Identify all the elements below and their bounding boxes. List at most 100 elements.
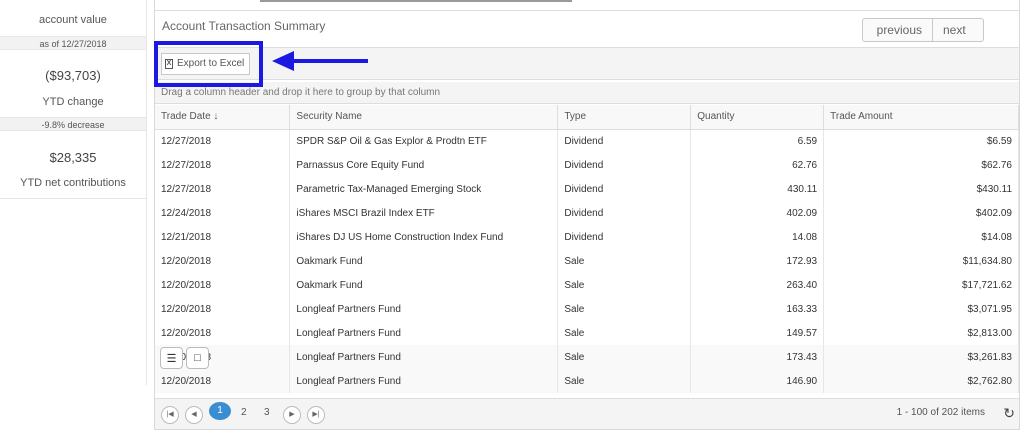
cell-trade-date: 12/27/2018 [155, 129, 291, 153]
cell-security-name: Longleaf Partners Fund [289, 345, 559, 369]
cell-quantity: 163.33 [690, 297, 825, 321]
cell-type: Sale [557, 273, 692, 297]
cell-quantity: 62.76 [690, 153, 825, 177]
account-value-label: account value [39, 14, 107, 26]
cell-security-name: Oakmark Fund [289, 273, 559, 297]
cell-trade-amount: $14.08 [823, 225, 1019, 249]
cell-quantity: 172.93 [690, 249, 825, 273]
cell-quantity: 263.40 [690, 273, 825, 297]
cell-type: Sale [557, 369, 692, 393]
cell-trade-amount: $3,071.95 [823, 297, 1019, 321]
floating-toolbar: ☰ □ [160, 347, 209, 369]
cell-trade-date: 12/27/2018 [155, 177, 291, 201]
cell-trade-date: 12/27/2018 [155, 153, 291, 177]
cell-trade-amount: $17,721.62 [823, 273, 1019, 297]
column-header-security-name[interactable]: Security Name [289, 105, 559, 130]
cell-trade-date: 12/21/2018 [155, 225, 291, 249]
cell-trade-date: 12/20/2018 [155, 321, 291, 345]
cell-trade-amount: $2,813.00 [823, 321, 1019, 345]
cell-quantity: 14.08 [690, 225, 825, 249]
cell-security-name: Longleaf Partners Fund [289, 369, 559, 393]
cell-type: Dividend [557, 153, 692, 177]
panel-nav-buttons: previous next [862, 18, 984, 42]
table-row[interactable]: 12/20/2018 Oakmark Fund Sale 172.93 $11,634.… [155, 249, 1019, 273]
cell-trade-amount: $430.11 [823, 177, 1019, 201]
stats-divider [0, 198, 146, 199]
cell-security-name: Parametric Tax-Managed Emerging Stock [289, 177, 559, 201]
cell-trade-amount: $2,762.80 [823, 369, 1019, 393]
column-header-trade-date[interactable]: Trade Date ↓ [155, 105, 291, 130]
cell-security-name: Longleaf Partners Fund [289, 297, 559, 321]
last-page-icon[interactable]: ▶| [307, 406, 325, 424]
cell-security-name: SPDR S&P Oil & Gas Explor & Prodtn ETF [289, 129, 559, 153]
cell-type: Sale [557, 345, 692, 369]
cell-type: Dividend [557, 225, 692, 249]
grid-pager: |◀ ◀ 1 2 3 ▶ ▶| 1 - 100 of 202 items ↻ [155, 398, 1019, 429]
account-stats-column: account value as of 12/27/2018 ($93,703)… [0, 0, 148, 433]
cell-security-name: Parnassus Core Equity Fund [289, 153, 559, 177]
group-by-drop-area[interactable]: Drag a column header and drop it here to… [155, 82, 1019, 104]
cell-trade-date: 12/20/2018 [155, 273, 291, 297]
ytd-change-value: ($93,703) [45, 68, 101, 83]
cell-type: Dividend [557, 129, 692, 153]
account-value-date: as of 12/27/2018 [0, 36, 146, 50]
annotation-highlight-box [154, 41, 263, 87]
cell-trade-date: 12/20/2018 [155, 249, 291, 273]
cell-security-name: Oakmark Fund [289, 249, 559, 273]
page-1-button[interactable]: 1 [209, 402, 231, 420]
note-icon[interactable]: □ [186, 347, 209, 369]
cell-trade-date: 12/20/2018 [155, 369, 291, 393]
cell-quantity: 149.57 [690, 321, 825, 345]
list-view-icon[interactable]: ☰ [160, 347, 183, 369]
cell-type: Dividend [557, 201, 692, 225]
cell-type: Sale [557, 321, 692, 345]
table-row[interactable]: 12/20/2018 Longleaf Partners Fund Sale 163.… [155, 297, 1019, 321]
page-2-button[interactable]: 2 [241, 407, 247, 418]
ytd-contributions-label: YTD net contributions [20, 177, 126, 189]
cell-quantity: 402.09 [690, 201, 825, 225]
ytd-change-percent: -9.8% decrease [0, 117, 146, 131]
refresh-icon[interactable]: ↻ [1003, 405, 1015, 422]
cell-quantity: 430.11 [690, 177, 825, 201]
ytd-change-label: YTD change [42, 96, 104, 108]
cell-quantity: 6.59 [690, 129, 825, 153]
table-row[interactable]: 12/20/2018Longleaf Partners FundSale173.… [155, 345, 1019, 369]
cell-type: Sale [557, 297, 692, 321]
cell-security-name: Longleaf Partners Fund [289, 321, 559, 345]
cell-trade-amount: $6.59 [823, 129, 1019, 153]
panel-title: Account Transaction Summary [162, 19, 326, 33]
table-row[interactable]: 12/20/2018 Longleaf Partners Fund Sale 146.… [155, 369, 1019, 393]
transactions-grid: Trade Date ↓ Security Name Type Quantity… [155, 105, 1019, 393]
next-page-icon[interactable]: ▶ [283, 406, 301, 424]
cell-type: Dividend [557, 177, 692, 201]
annotation-arrow-icon [272, 51, 368, 71]
cell-security-name: iShares MSCI Brazil Index ETF [289, 201, 559, 225]
items-count: 1 - 100 of 202 items [896, 407, 985, 418]
grid-header-row: Trade Date ↓ Security Name Type Quantity… [155, 105, 1019, 130]
table-row[interactable]: 12/24/2018 iShares MSCI Brazil Index ETF D… [155, 201, 1019, 225]
column-header-trade-amount[interactable]: Trade Amount [823, 105, 1019, 130]
panel-header: Account Transaction Summary previous nex… [155, 10, 1019, 48]
table-row[interactable]: 12/27/2018 Parametric Tax-Managed Emergin… [155, 177, 1019, 201]
next-button[interactable]: next [933, 18, 984, 42]
table-row[interactable]: 12/27/2018 Parnassus Core Equity Fund Divi… [155, 153, 1019, 177]
cell-quantity: 146.90 [690, 369, 825, 393]
table-row[interactable]: 12/27/2018 SPDR S&P Oil & Gas Explor & Pr… [155, 129, 1019, 153]
cell-trade-date: 12/24/2018 [155, 201, 291, 225]
column-divider [146, 0, 147, 385]
cell-trade-amount: $3,261.83 [823, 345, 1019, 369]
column-header-type[interactable]: Type [557, 105, 692, 130]
cell-quantity: 173.43 [690, 345, 825, 369]
cell-trade-amount: $402.09 [823, 201, 1019, 225]
prev-page-icon[interactable]: ◀ [185, 406, 203, 424]
table-row[interactable]: 12/20/2018 Oakmark Fund Sale 263.40 $17,721.… [155, 273, 1019, 297]
cell-security-name: iShares DJ US Home Construction Index Fu… [289, 225, 559, 249]
cell-trade-date: 12/20/2018 [155, 297, 291, 321]
cell-trade-amount: $11,634.80 [823, 249, 1019, 273]
previous-button[interactable]: previous [862, 18, 933, 42]
table-row[interactable]: 12/21/2018 iShares DJ US Home Constructio… [155, 225, 1019, 249]
column-header-quantity[interactable]: Quantity [690, 105, 825, 130]
first-page-icon[interactable]: |◀ [161, 406, 179, 424]
table-row[interactable]: 12/20/2018 Longleaf Partners Fund Sale 149.… [155, 321, 1019, 345]
page-3-button[interactable]: 3 [264, 407, 270, 418]
